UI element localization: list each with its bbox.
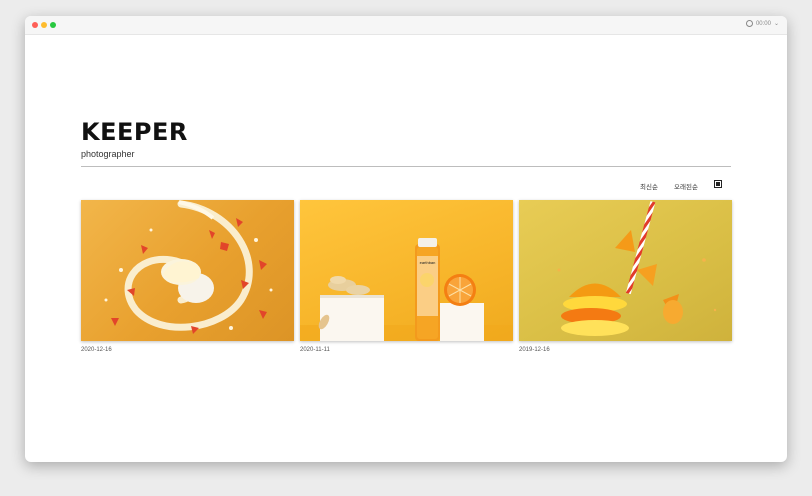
gallery-item-1[interactable]	[81, 200, 294, 341]
browser-window: 00:00 ⌄ KEEPER photographer 최신순 오래된순 ear…	[25, 16, 787, 462]
sort-oldest-button[interactable]: 오래된순	[674, 181, 698, 191]
gallery-item-3[interactable]	[519, 200, 732, 341]
close-window-button[interactable]	[32, 22, 38, 28]
maximize-window-button[interactable]	[50, 22, 56, 28]
gallery-item-2[interactable]: earthban	[300, 200, 513, 341]
grid-view-icon[interactable]	[714, 180, 722, 188]
bottle-label: earthban	[420, 260, 436, 265]
minimize-window-button[interactable]	[41, 22, 47, 28]
clock-text: 00:00	[755, 20, 771, 27]
yogurt-photo	[104, 200, 273, 334]
orange-photo	[557, 201, 717, 336]
header-divider	[81, 166, 731, 167]
title-bar: 00:00 ⌄	[25, 16, 787, 35]
chevron-down-icon: ⌄	[773, 21, 779, 27]
site-subtitle: photographer	[81, 149, 135, 159]
clock-icon	[745, 20, 753, 27]
gallery-date: 2019-12-16	[519, 347, 550, 353]
juice-photo: earthban	[300, 238, 513, 341]
site-logo[interactable]: KEEPER	[81, 118, 188, 146]
gallery-date: 2020-11-11	[300, 347, 330, 353]
sort-latest-button[interactable]: 최신순	[640, 181, 658, 191]
clock-indicator[interactable]: 00:00 ⌄	[745, 20, 779, 27]
gallery-date: 2020-12-16	[81, 347, 112, 353]
